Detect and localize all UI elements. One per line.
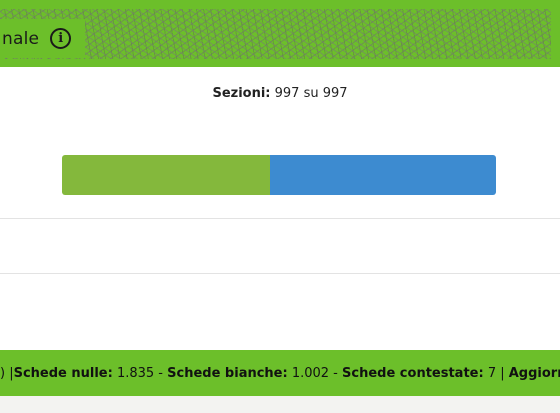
progress-segment-remaining (270, 155, 496, 195)
sections-progress-bar (62, 155, 496, 195)
sections-label: Sezioni: (212, 86, 271, 101)
null-ballots-value: 1.835 - (112, 365, 168, 381)
page: nale i Sezioni: 997 su 997 ) | Schede nu… (0, 0, 560, 413)
contested-ballots-label: Schede contestate: (342, 365, 484, 381)
divider (0, 273, 560, 274)
page-bottom-strip (0, 396, 560, 413)
divider (0, 218, 560, 219)
blank-ballots-label: Schede bianche: (167, 365, 288, 381)
header-border (0, 0, 560, 9)
blank-ballots-value: 1.002 - (287, 365, 343, 381)
sections-value: 997 su 997 (274, 86, 348, 101)
stats-lead: ) | (0, 365, 14, 381)
ballot-stats-bar: ) | Schede nulle: 1.835 - Schede bianche… (0, 350, 560, 396)
section-title-text: nale (2, 28, 40, 49)
updated-label: Aggiornam (508, 365, 560, 381)
null-ballots-label: Schede nulle: (13, 365, 113, 381)
sections-count: Sezioni: 997 su 997 (0, 86, 560, 101)
header-border (551, 0, 560, 67)
section-title: nale i (0, 19, 85, 58)
progress-segment-scrutinized (62, 155, 271, 195)
contested-ballots-value: 7 | (483, 365, 509, 381)
header-border (0, 59, 560, 67)
info-icon[interactable]: i (50, 28, 72, 49)
